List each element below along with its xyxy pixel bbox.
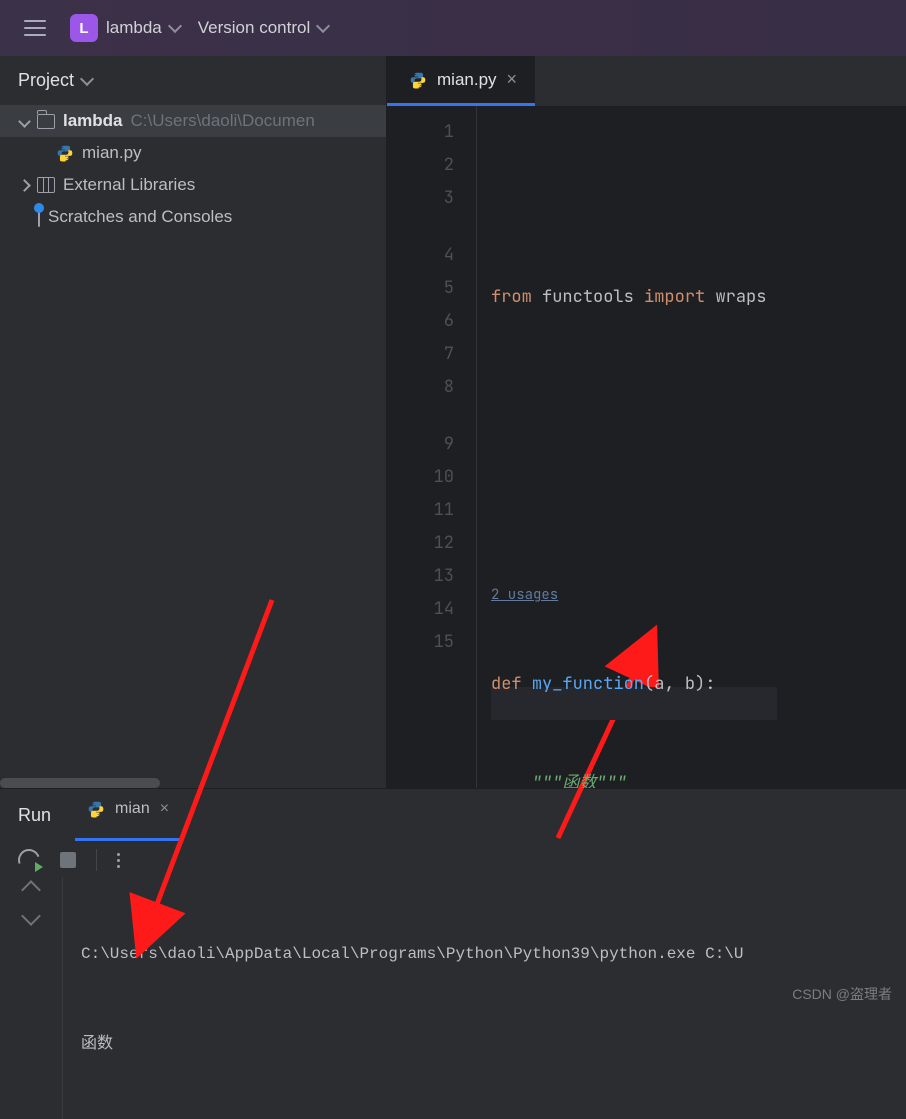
editor-tab[interactable]: mian.py × [387,56,535,106]
main-menu-icon[interactable] [18,14,52,42]
more-icon[interactable] [117,853,120,868]
editor: mian.py × 1 2 3 4 5 6 7 8 9 10 11 12 13 [387,56,906,788]
watermark: CSDN @盗理者 [792,984,892,1004]
root-name: lambda [63,111,123,131]
expand-icon[interactable] [18,115,31,128]
console: C:\Users\daoli\AppData\Local\Programs\Py… [0,877,906,1119]
run-tab[interactable]: mian × [75,789,181,841]
usages-hint[interactable]: 2 usages [491,586,558,604]
tree-root[interactable]: lambda C:\Users\daoli\Documen [0,105,386,137]
editor-tabs: mian.py × [387,56,906,106]
expand-icon[interactable] [18,179,31,192]
scratches-label: Scratches and Consoles [48,207,232,227]
console-gutter [0,877,62,1119]
project-tool-window: Project lambda C:\Users\daoli\Documen mi… [0,56,387,788]
title-bar: L lambda Version control [0,0,906,56]
code-area[interactable]: 1 2 3 4 5 6 7 8 9 10 11 12 13 14 15 fro [387,106,906,788]
run-toolbar [0,841,906,877]
file-name: mian.py [82,143,142,163]
project-title: Project [18,70,74,91]
project-badge: L [70,14,98,42]
python-file-icon [56,144,74,162]
project-name: lambda [106,18,162,38]
stop-icon[interactable] [60,852,76,868]
run-title: Run [18,805,51,826]
gutter: 1 2 3 4 5 6 7 8 9 10 11 12 13 14 15 [387,106,477,788]
tree-scratches[interactable]: Scratches and Consoles [0,201,386,233]
horizontal-scrollbar[interactable] [0,778,386,788]
python-file-icon [409,71,427,89]
library-icon [37,177,55,193]
folder-icon [37,114,55,129]
rerun-icon[interactable] [18,849,40,871]
run-tool-window: Run mian × C:\Users\daoli\AppData\Local\… [0,788,906,1012]
project-selector[interactable]: L lambda [70,14,180,42]
next-icon[interactable] [21,906,41,926]
close-tab-icon[interactable]: × [507,69,518,90]
separator [96,849,97,871]
chevron-down-icon [168,19,182,33]
project-tree: lambda C:\Users\daoli\Documen mian.py Ex… [0,103,386,233]
vcs-selector[interactable]: Version control [198,18,328,38]
tab-label: mian.py [437,70,497,90]
scratches-icon [38,207,40,227]
root-path: C:\Users\daoli\Documen [131,111,315,131]
python-file-icon [87,800,105,818]
tree-external-libs[interactable]: External Libraries [0,169,386,201]
chevron-down-icon [316,19,330,33]
prev-icon[interactable] [21,880,41,900]
close-tab-icon[interactable]: × [160,800,169,818]
chevron-down-icon [80,71,94,85]
tree-file[interactable]: mian.py [0,137,386,169]
run-tab-label: mian [115,800,150,818]
vcs-label: Version control [198,18,310,38]
external-label: External Libraries [63,175,195,195]
code-content[interactable]: from functools import wraps 2 usages def… [477,106,777,788]
console-output[interactable]: C:\Users\daoli\AppData\Local\Programs\Py… [62,877,744,1119]
project-header[interactable]: Project [0,56,386,103]
